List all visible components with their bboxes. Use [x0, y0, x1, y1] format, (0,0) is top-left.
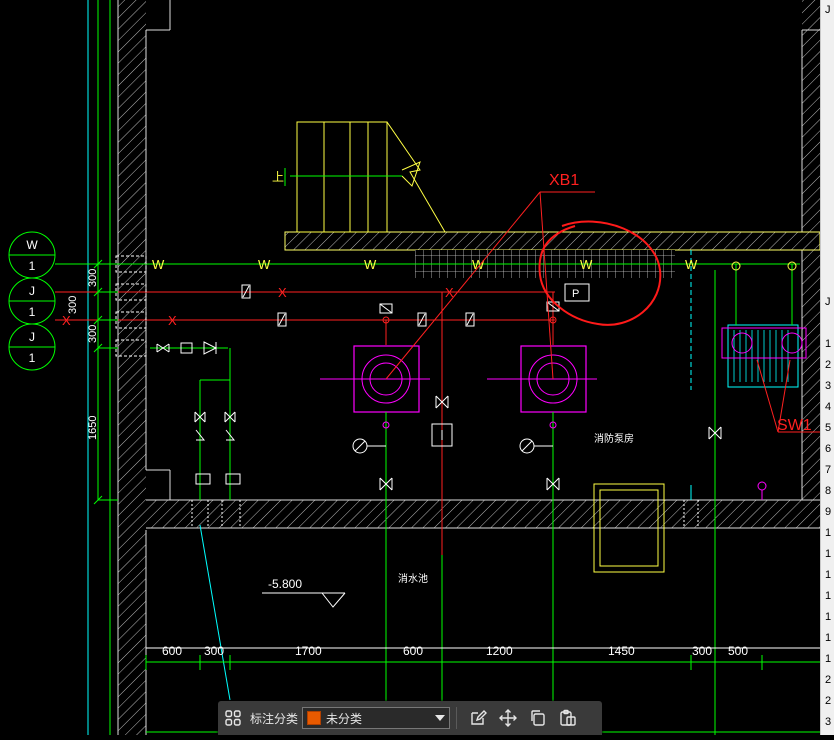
- svg-text:1: 1: [29, 305, 36, 319]
- svg-text:W: W: [472, 257, 485, 272]
- svg-text:300: 300: [87, 269, 99, 287]
- grid-menu-icon[interactable]: [222, 707, 244, 729]
- svg-text:X: X: [62, 313, 71, 328]
- svg-text:J: J: [29, 330, 35, 344]
- svg-text:300: 300: [204, 644, 224, 658]
- floor-slab: [146, 231, 821, 529]
- cad-canvas[interactable]: 上 W 1 J 1 J 1 W W W W W W X X X X P XB1 …: [0, 0, 821, 735]
- category-color-swatch: [307, 711, 322, 725]
- svg-text:J: J: [29, 284, 35, 298]
- toolbar-divider: [456, 707, 458, 729]
- svg-text:W: W: [685, 257, 698, 272]
- svg-text:300: 300: [692, 644, 712, 658]
- stair: [284, 121, 446, 233]
- horizontal-dimension-labels: 600 300 1700 600 1200 1450 300 500: [162, 644, 748, 658]
- svg-text:W: W: [364, 257, 377, 272]
- svg-text:1: 1: [29, 351, 36, 365]
- axis-bubble-j1: J 1: [8, 277, 56, 325]
- svg-text:300: 300: [67, 296, 79, 314]
- pump-1: [320, 345, 430, 413]
- floor-drain: [757, 481, 767, 491]
- svg-text:600: 600: [403, 644, 423, 658]
- copy-icon[interactable]: [527, 707, 549, 729]
- tag-sw1: SW1: [777, 417, 812, 434]
- svg-text:W: W: [152, 257, 165, 272]
- p-label: P: [572, 288, 579, 300]
- axis-bubble-j2: J 1: [8, 323, 56, 371]
- vertical-dimension-labels: 300 300 300 1650: [67, 269, 99, 440]
- axis-bubbles: W 1 J 1 J 1: [8, 231, 56, 371]
- svg-text:X: X: [278, 285, 287, 300]
- svg-text:600: 600: [162, 644, 182, 658]
- svg-text:X: X: [168, 313, 177, 328]
- svg-text:1: 1: [29, 259, 36, 273]
- move-icon[interactable]: [497, 707, 519, 729]
- svg-text:W: W: [258, 257, 271, 272]
- chevron-down-icon: [435, 715, 446, 721]
- svg-text:1450: 1450: [608, 644, 635, 658]
- svg-text:1650: 1650: [87, 416, 99, 440]
- horizontal-dimensions: [145, 647, 820, 670]
- pump-room-label: 消防泵房: [594, 432, 634, 445]
- svg-text:-5.800: -5.800: [268, 577, 302, 591]
- svg-text:W: W: [26, 238, 38, 252]
- xb1-leader: [385, 191, 595, 380]
- svg-text:1200: 1200: [486, 644, 513, 658]
- annotation-toolbar: 标注分类 未分类: [218, 701, 602, 735]
- cyan-slant: [199, 524, 231, 701]
- left-wall: [117, 0, 171, 735]
- stair-up-label: 上: [272, 170, 284, 184]
- pump-fittings: [352, 316, 722, 491]
- tag-xb1: XB1: [549, 172, 579, 189]
- pool-label: 消水池: [398, 572, 428, 585]
- category-value: 未分类: [326, 711, 363, 726]
- right-side-panel[interactable]: J J 1 2 3 4 5 6 7 8 9 1 1 1 1 1 1 1 2 2 …: [820, 0, 834, 735]
- paste-icon[interactable]: [557, 707, 579, 729]
- axis-bubble-w: W 1: [8, 231, 56, 279]
- left-valve-group: [150, 341, 241, 500]
- elevation-mark: -5.800: [262, 577, 346, 608]
- svg-text:300: 300: [87, 325, 99, 343]
- svg-text:500: 500: [728, 644, 748, 658]
- svg-text:1700: 1700: [295, 644, 322, 658]
- category-label: 标注分类: [250, 711, 299, 726]
- reference-lines: [87, 0, 692, 735]
- panel-header: J: [825, 4, 831, 16]
- category-select[interactable]: 未分类: [302, 707, 451, 729]
- pump-2: [487, 345, 597, 413]
- edit-icon[interactable]: [467, 707, 489, 729]
- svg-text:W: W: [580, 257, 593, 272]
